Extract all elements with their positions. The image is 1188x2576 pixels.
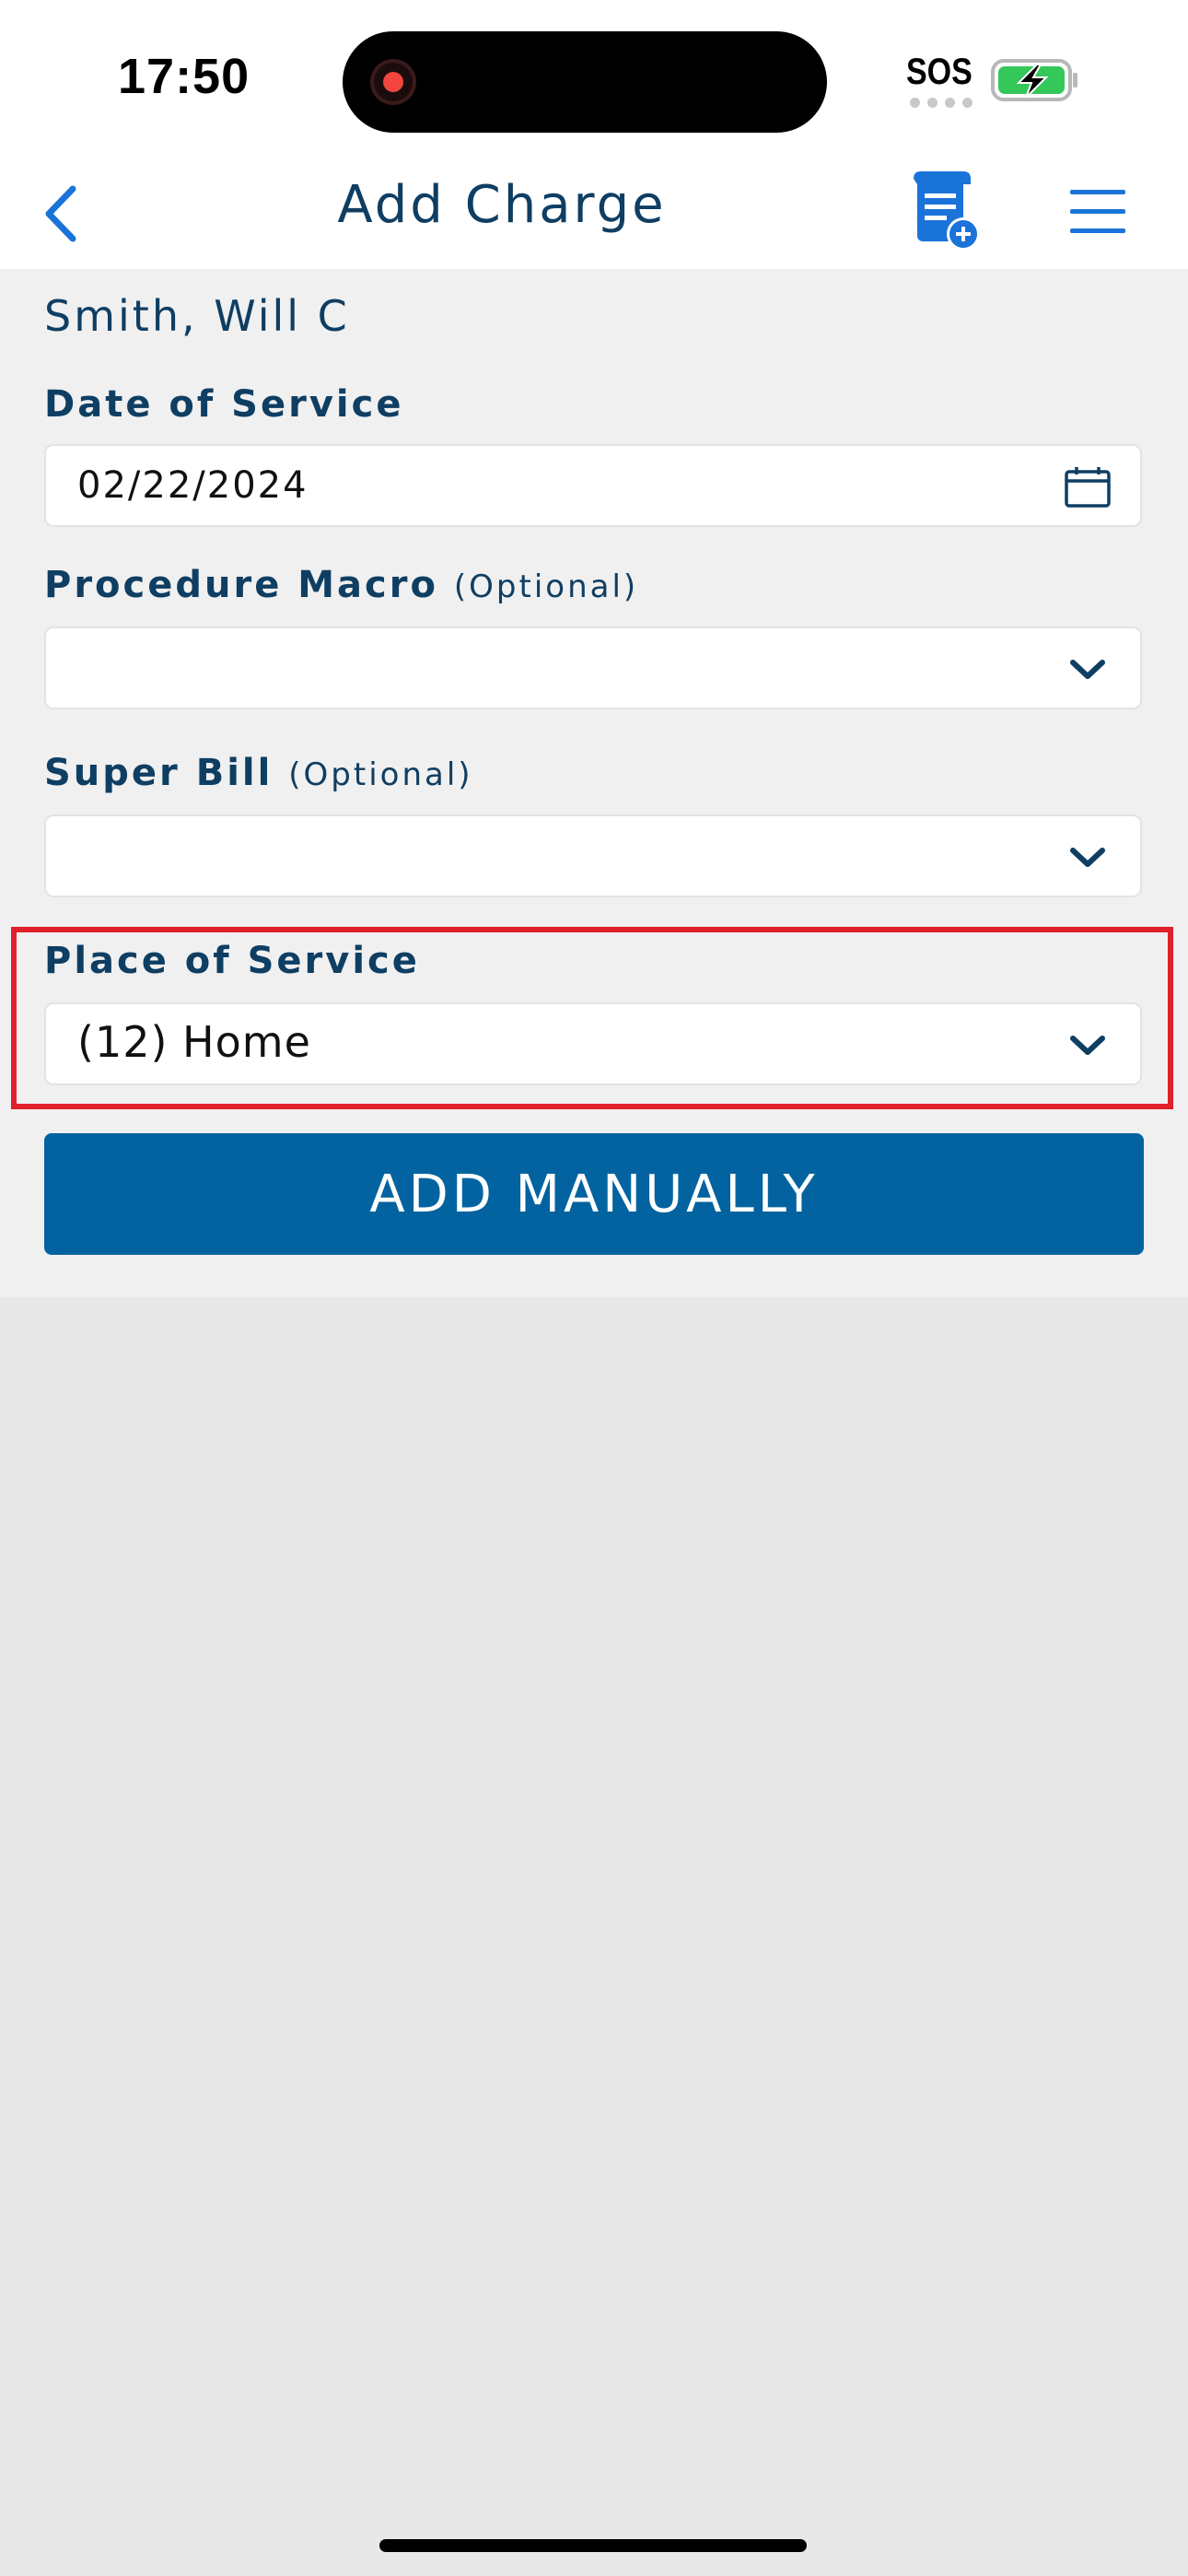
patient-name: Smith, Will C [44, 291, 350, 341]
place-of-service-value: (12) Home [77, 1017, 311, 1067]
super-bill-label: Super Bill (Optional) [44, 752, 473, 794]
date-of-service-value: 02/22/2024 [77, 464, 309, 507]
page-title: Add Charge [337, 175, 667, 235]
battery-charging-icon [991, 59, 1079, 105]
add-manually-button[interactable]: ADD MANUALLY [44, 1133, 1144, 1255]
place-of-service-dropdown[interactable]: (12) Home [44, 1002, 1142, 1085]
place-of-service-label: Place of Service [44, 940, 420, 982]
signal-dots [910, 98, 973, 108]
procedure-macro-label: Procedure Macro (Optional) [44, 564, 639, 606]
nav-bar: Add Charge [0, 157, 1188, 269]
status-bar: 17:50 SOS [0, 0, 1188, 157]
status-time: 17:50 [118, 49, 250, 104]
super-bill-dropdown[interactable] [44, 814, 1142, 897]
add-charge-form: Smith, Will C Date of Service 02/22/2024… [0, 269, 1188, 1297]
hamburger-menu-icon [1070, 190, 1125, 233]
screen-recording-icon [370, 59, 416, 105]
document-add-icon [914, 171, 980, 251]
sos-indicator: SOS [906, 52, 973, 92]
calendar-icon[interactable] [1063, 463, 1112, 512]
menu-button[interactable] [1068, 184, 1127, 240]
date-of-service-label: Date of Service [44, 383, 404, 426]
document-add-button[interactable] [912, 170, 985, 258]
chevron-down-icon [1063, 1021, 1112, 1071]
chevron-down-icon [1063, 645, 1112, 695]
home-indicator[interactable] [379, 2539, 807, 2552]
dynamic-island [343, 31, 827, 133]
procedure-macro-dropdown[interactable] [44, 626, 1142, 709]
chevron-down-icon [1063, 833, 1112, 883]
date-of-service-field[interactable]: 02/22/2024 [44, 444, 1142, 527]
